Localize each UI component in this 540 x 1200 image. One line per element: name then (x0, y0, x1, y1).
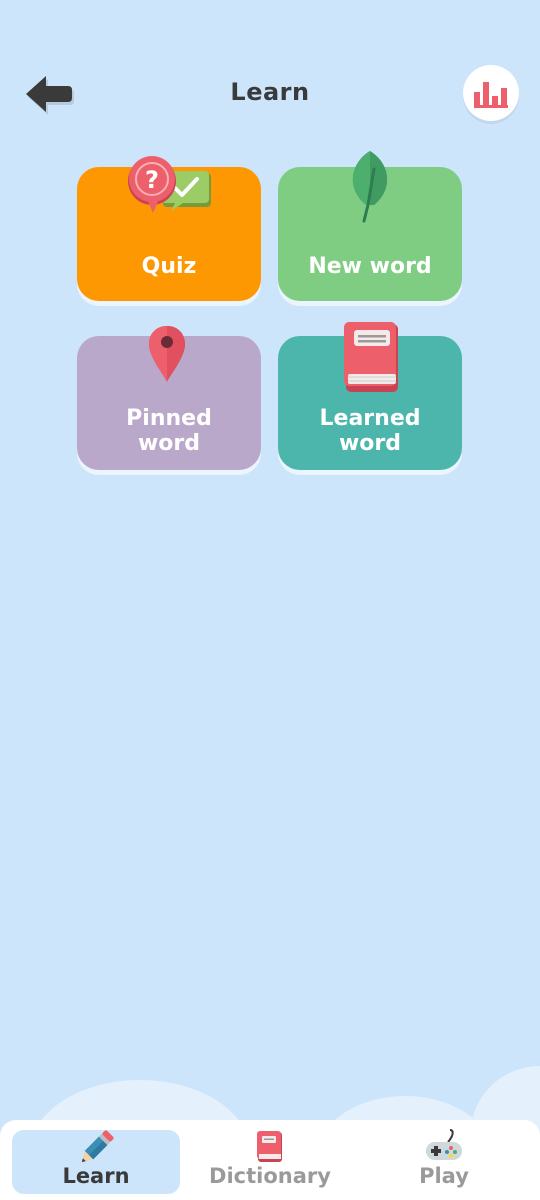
leaf-icon (352, 151, 388, 223)
nav-tab-dictionary[interactable]: Dictionary (186, 1130, 354, 1194)
quiz-label: Quiz (141, 254, 197, 279)
stats-button[interactable] (463, 65, 519, 121)
page-title: Learn (230, 78, 310, 106)
learned-word-tile[interactable]: Learned word (278, 322, 462, 470)
header: Learn (0, 60, 540, 130)
nav-tab-play[interactable]: Play (360, 1129, 528, 1194)
gamepad-icon (426, 1129, 462, 1160)
pinned-word-label-line2: word (137, 431, 201, 456)
learned-word-label: Learned word (278, 406, 462, 456)
learned-word-label-line1: Learned (319, 406, 421, 431)
pinned-word-label: Pinned word (77, 406, 261, 456)
pinned-word-tile[interactable]: Pinned word (77, 326, 261, 470)
nav-tab-learn[interactable]: Learn (12, 1130, 180, 1194)
book-icon (257, 1131, 282, 1162)
pinned-word-label-line1: Pinned (126, 406, 212, 431)
bottom-navigation: Learn Dictionary Play (0, 1120, 540, 1200)
quiz-bubbles-icon: ? (128, 156, 211, 213)
new-word-tile[interactable]: New word (278, 151, 462, 301)
learned-word-label-line2: word (338, 431, 402, 456)
new-word-label: New word (308, 254, 432, 279)
svg-text:?: ? (145, 166, 159, 194)
bar-chart-icon (474, 82, 508, 108)
quiz-tile[interactable]: ? Quiz (77, 156, 261, 301)
nav-label-dictionary: Dictionary (209, 1164, 331, 1188)
nav-label-learn: Learn (62, 1164, 130, 1188)
map-pin-icon (149, 326, 185, 382)
book-icon (344, 322, 398, 392)
nav-label-play: Play (419, 1164, 469, 1188)
